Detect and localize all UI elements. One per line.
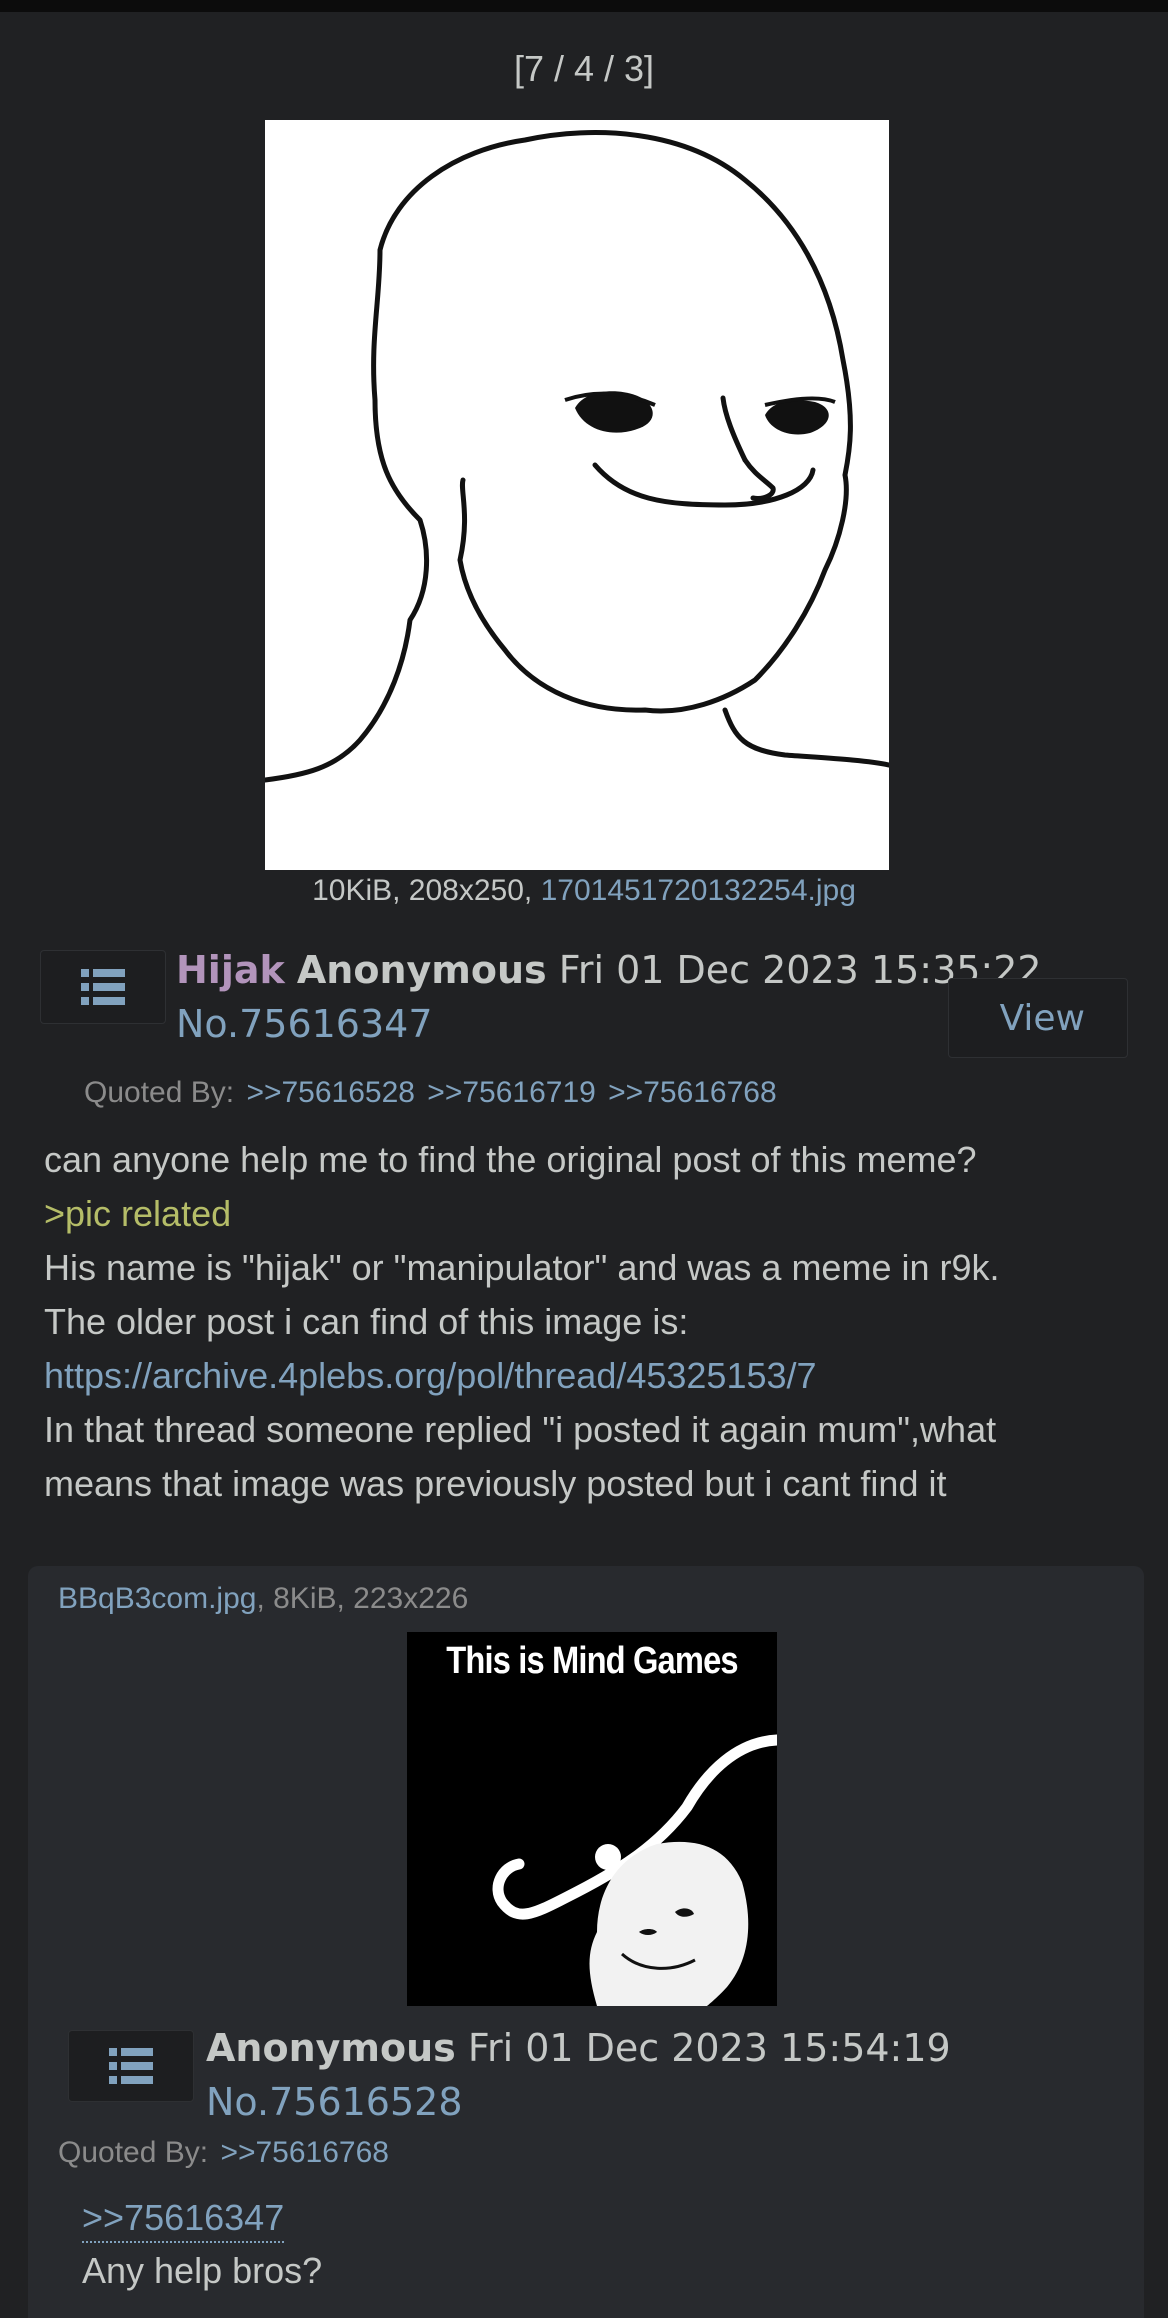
op-post-body: can anyone help me to find the original … xyxy=(44,1133,1144,1511)
reply-post-number[interactable]: No.75616528 xyxy=(206,2080,463,2124)
reply-poster-info: Anonymous Fri 01 Dec 2023 15:54:19 xyxy=(206,2026,951,2070)
op-subject: Hijak xyxy=(176,948,285,992)
greentext-line: >pic related xyxy=(44,1193,232,1234)
page-indicator: [7 / 4 / 3] xyxy=(513,48,655,89)
op-menu-button[interactable] xyxy=(40,950,166,1024)
op-poster-info: Hijak Anonymous Fri 01 Dec 2023 15:35:22 xyxy=(176,948,1042,992)
post-text-line: can anyone help me to find the original … xyxy=(44,1139,977,1180)
reply-quoted-by: Quoted By: >>75616768 xyxy=(58,2136,389,2170)
list-icon xyxy=(81,969,125,1005)
op-post-number[interactable]: No.75616347 xyxy=(176,1002,433,1046)
reply-quote-link[interactable]: >>75616347 xyxy=(82,2195,285,2243)
post-text-line: In that thread someone replied "i posted… xyxy=(44,1409,997,1450)
op-quoted-by: Quoted By: >>75616528 >>75616719 >>75616… xyxy=(84,1076,777,1110)
hook-wojak-drawing xyxy=(492,1734,777,2006)
reply-poster-name: Anonymous xyxy=(206,2026,456,2070)
reply-image[interactable]: This is Mind Games xyxy=(407,1632,777,2006)
quote-link[interactable]: >>75616768 xyxy=(608,1076,777,1109)
reply-menu-button[interactable] xyxy=(68,2030,194,2102)
op-image[interactable] xyxy=(265,120,889,870)
op-file-size: 10KiB, 208x250, xyxy=(312,874,541,907)
op-file-link[interactable]: 1701451720132254.jpg xyxy=(541,874,856,907)
post-text-line: means that image was previously posted b… xyxy=(44,1463,947,1504)
op-file-info: 10KiB, 208x250, 1701451720132254.jpg xyxy=(0,874,1168,908)
top-bar xyxy=(0,0,1168,12)
archive-link[interactable]: https://archive.4plebs.org/pol/thread/45… xyxy=(44,1355,817,1396)
view-button[interactable]: View xyxy=(948,978,1128,1058)
reply-file-size: , 8KiB, 223x226 xyxy=(256,1582,469,1615)
reply-file-info: BBqB3com.jpg, 8KiB, 223x226 xyxy=(58,1582,468,1616)
list-icon xyxy=(109,2048,153,2084)
post-text-line: His name is "hijak" or "manipulator" and… xyxy=(44,1247,1000,1288)
reply-post-date: Fri 01 Dec 2023 15:54:19 xyxy=(467,2026,951,2070)
op-poster-name: Anonymous xyxy=(296,948,547,992)
quote-link[interactable]: >>75616528 xyxy=(246,1076,415,1109)
reply-text: Any help bros? xyxy=(82,2250,323,2291)
quote-link[interactable]: >>75616768 xyxy=(220,2136,389,2169)
quoted-by-label: Quoted By: xyxy=(84,1076,235,1109)
quoted-by-label: Quoted By: xyxy=(58,2136,209,2169)
reply-file-link[interactable]: BBqB3com.jpg xyxy=(58,1582,256,1615)
quote-link[interactable]: >>75616719 xyxy=(427,1076,596,1109)
post-text-line: The older post i can find of this image … xyxy=(44,1301,689,1342)
wojak-face-drawing xyxy=(265,130,889,783)
